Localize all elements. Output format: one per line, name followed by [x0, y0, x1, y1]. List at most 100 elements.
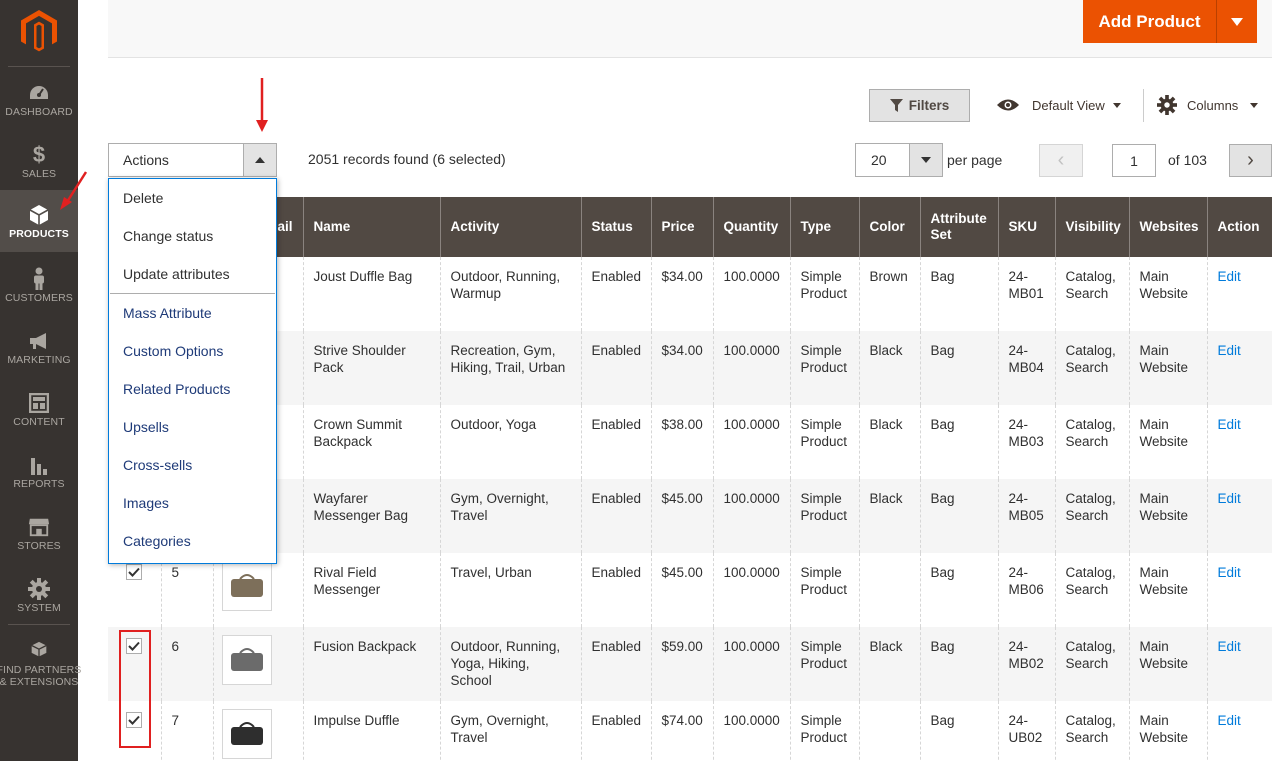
cube-icon [28, 204, 50, 226]
color: Black [858, 627, 920, 701]
visibility: Catalog, Search [1054, 479, 1129, 553]
column-header-sku[interactable]: SKU [997, 197, 1055, 257]
price: $45.00 [650, 479, 713, 553]
thumbnail-cell [212, 627, 303, 701]
status: Enabled [580, 627, 651, 701]
action-related-products[interactable]: Related Products [109, 370, 276, 408]
magento-logo[interactable] [0, 0, 78, 62]
type: Simple Product [789, 257, 859, 331]
per-page-select[interactable]: 20 [855, 143, 943, 177]
annotation-highlight-box [119, 630, 151, 748]
sidebar-item-partners[interactable]: FIND PARTNERS & EXTENSIONS [0, 626, 82, 688]
view-switcher[interactable]: Default View [996, 94, 1121, 116]
actions-toggle[interactable] [243, 144, 276, 176]
magento-logo-icon [21, 10, 57, 52]
attribute-set: Bag [919, 553, 998, 627]
product-id: 7 [160, 701, 213, 761]
column-header-color[interactable]: Color [858, 197, 920, 257]
action-change-status[interactable]: Change status [109, 217, 276, 255]
sidebar-item-dashboard[interactable]: DASHBOARD [0, 68, 78, 130]
table-row[interactable]: Wayfarer Messenger Bag Gym, Overnight, Tr… [108, 479, 1272, 553]
edit-link[interactable]: Edit [1206, 701, 1272, 761]
bar-chart-icon [28, 454, 50, 476]
gear-icon [1157, 95, 1177, 115]
sidebar-item-reports[interactable]: REPORTS [0, 440, 78, 502]
product-thumbnail[interactable] [221, 709, 272, 759]
column-header-attribute-set[interactable]: Attribute Set [919, 197, 998, 257]
column-header-visibility[interactable]: Visibility [1054, 197, 1129, 257]
filters-button[interactable]: Filters [869, 89, 970, 122]
page-number-input[interactable]: 1 [1112, 144, 1156, 177]
column-header-status[interactable]: Status [580, 197, 651, 257]
view-label: Default View [1032, 97, 1105, 113]
color [858, 553, 920, 627]
add-product-dropdown[interactable] [1217, 0, 1257, 43]
websites: Main Website [1128, 701, 1207, 761]
toolbar-divider [1143, 89, 1144, 122]
previous-page-button[interactable]: ‹ [1039, 144, 1083, 177]
filters-label: Filters [908, 98, 950, 113]
status: Enabled [580, 701, 651, 761]
table-row[interactable]: Crown Summit Backpack Outdoor, Yoga Enable… [108, 405, 1272, 479]
edit-link[interactable]: Edit [1206, 479, 1272, 553]
column-header-name[interactable]: Name [302, 197, 440, 257]
quantity: 100.0000 [712, 479, 790, 553]
product-name: Crown Summit Backpack [302, 405, 440, 479]
action-cross-sells[interactable]: Cross-sells [109, 446, 276, 484]
sidebar-item-stores[interactable]: STORES [0, 502, 78, 564]
column-header-quantity[interactable]: Quantity [712, 197, 790, 257]
table-row[interactable]: Joust Duffle Bag Outdoor, Running, Warmup… [108, 257, 1272, 331]
status: Enabled [580, 405, 651, 479]
action-upsells[interactable]: Upsells [109, 408, 276, 446]
sidebar-item-label: DASHBOARD [5, 106, 73, 118]
activity: Outdoor, Running, Yoga, Hiking, School [439, 627, 581, 701]
websites: Main Website [1128, 627, 1207, 701]
next-page-button[interactable]: › [1229, 144, 1272, 177]
sidebar-item-marketing[interactable]: MARKETING [0, 316, 78, 378]
sidebar-item-label: PRODUCTS [9, 228, 69, 240]
edit-link[interactable]: Edit [1206, 257, 1272, 331]
quantity: 100.0000 [712, 331, 790, 405]
chevron-left-icon: ‹ [1057, 149, 1065, 171]
action-categories[interactable]: Categories [109, 522, 276, 560]
table-row[interactable]: Strive Shoulder Pack Recreation, Gym, Hik… [108, 331, 1272, 405]
thumbnail-cell [212, 553, 303, 627]
column-header-type[interactable]: Type [789, 197, 859, 257]
action-mass-attribute[interactable]: Mass Attribute [109, 294, 276, 332]
product-thumbnail[interactable] [221, 561, 272, 611]
add-product-button[interactable]: Add Product [1083, 0, 1257, 43]
table-row[interactable]: 5 Rival Field Messenger Travel, Urban Enabl… [108, 553, 1272, 627]
sku: 24-MB01 [997, 257, 1055, 331]
product-name: Wayfarer Messenger Bag [302, 479, 440, 553]
edit-link[interactable]: Edit [1206, 405, 1272, 479]
column-header-price[interactable]: Price [650, 197, 713, 257]
table-row[interactable]: 7 Impulse Duffle Gym, Overnight, Travel Ena… [108, 701, 1272, 761]
edit-link[interactable]: Edit [1206, 627, 1272, 701]
action-custom-options[interactable]: Custom Options [109, 332, 276, 370]
color: Black [858, 405, 920, 479]
websites: Main Website [1128, 331, 1207, 405]
columns-control[interactable]: Columns [1157, 94, 1259, 116]
column-header-activity[interactable]: Activity [439, 197, 581, 257]
action-update-attributes[interactable]: Update attributes [109, 255, 276, 293]
row-checkbox[interactable] [126, 564, 142, 580]
action-delete[interactable]: Delete [109, 179, 276, 217]
action-images[interactable]: Images [109, 484, 276, 522]
sidebar-item-customers[interactable]: CUSTOMERS [0, 254, 78, 316]
sidebar-item-content[interactable]: CONTENT [0, 378, 78, 440]
column-header-websites[interactable]: Websites [1128, 197, 1207, 257]
product-thumbnail[interactable] [221, 635, 272, 685]
table-row[interactable]: 6 Fusion Backpack Outdoor, Running, Yoga, … [108, 627, 1272, 701]
attribute-set: Bag [919, 701, 998, 761]
sku: 24-MB06 [997, 553, 1055, 627]
sidebar-item-label: FIND PARTNERS [0, 664, 82, 676]
add-product-label[interactable]: Add Product [1083, 0, 1217, 43]
per-page-toggle[interactable] [909, 144, 942, 176]
sidebar-item-system[interactable]: SYSTEM [0, 564, 78, 626]
edit-link[interactable]: Edit [1206, 553, 1272, 627]
edit-link[interactable]: Edit [1206, 331, 1272, 405]
grid-header-row: ail Name Activity Status Price Quantity … [108, 197, 1272, 257]
attribute-set: Bag [919, 627, 998, 701]
activity: Gym, Overnight, Travel [439, 479, 581, 553]
actions-dropdown[interactable]: Actions [108, 143, 277, 177]
